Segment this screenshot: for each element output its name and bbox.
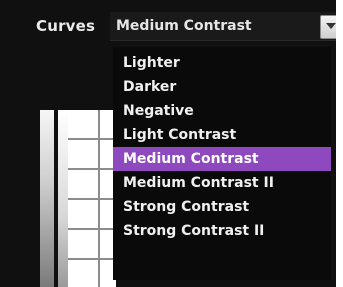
curves-preset-menu: Lighter Darker Negative Light Contrast M… xyxy=(113,47,331,280)
curves-label: Curves xyxy=(36,17,96,35)
menu-item-darker[interactable]: Darker xyxy=(113,75,331,99)
output-gradient-bar xyxy=(58,110,68,287)
curves-preset-value: Medium Contrast xyxy=(116,18,252,34)
window-edge xyxy=(336,0,343,287)
chevron-down-icon xyxy=(326,23,336,29)
menu-item-medium-contrast[interactable]: Medium Contrast xyxy=(113,147,331,171)
curve-grid[interactable] xyxy=(68,110,116,287)
menu-item-lighter[interactable]: Lighter xyxy=(113,51,331,75)
menu-item-negative[interactable]: Negative xyxy=(113,99,331,123)
menu-item-strong-contrast[interactable]: Strong Contrast xyxy=(113,195,331,219)
menu-item-medium-contrast-ii[interactable]: Medium Contrast II xyxy=(113,171,331,195)
curves-preset-select[interactable]: Medium Contrast xyxy=(110,12,343,41)
menu-item-strong-contrast-ii[interactable]: Strong Contrast II xyxy=(113,219,331,243)
curves-panel: Curves Medium Contrast Lighter Darker Ne… xyxy=(0,0,343,287)
input-gradient-bar xyxy=(40,110,54,287)
menu-item-light-contrast[interactable]: Light Contrast xyxy=(113,123,331,147)
